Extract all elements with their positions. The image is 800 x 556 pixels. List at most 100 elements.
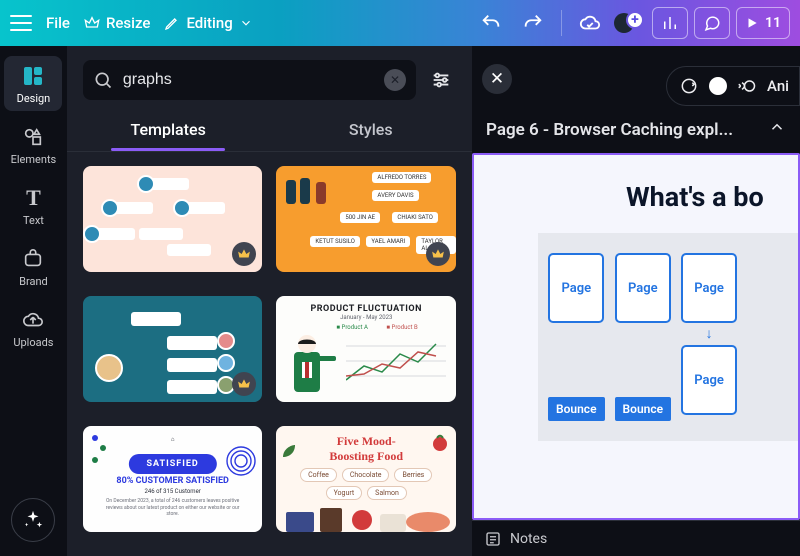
notes-icon[interactable] bbox=[484, 530, 502, 548]
loop-icon[interactable] bbox=[679, 76, 699, 96]
template-card[interactable]: PRODUCT FLUCTUATION January - May 2023 ■… bbox=[276, 296, 456, 402]
resize-menu[interactable]: Resize bbox=[84, 14, 150, 32]
search-input[interactable] bbox=[123, 71, 374, 89]
slide-diagram[interactable]: Page Bounce Page Bounce Page ↓ Page bbox=[538, 233, 798, 441]
present-label: 11 bbox=[765, 15, 781, 31]
color-swatch[interactable] bbox=[709, 77, 727, 95]
template-card[interactable]: Five Mood-Boosting Food Coffee Chocolate… bbox=[276, 426, 456, 532]
clear-search-button[interactable]: ✕ bbox=[384, 69, 406, 91]
card-body: On December 2023, a total of 246 custome… bbox=[101, 498, 245, 518]
pencil-icon bbox=[164, 15, 180, 31]
crown-icon bbox=[237, 247, 251, 261]
chart-node-label: KETUT SUSILO bbox=[310, 236, 359, 247]
comment-button[interactable] bbox=[694, 7, 730, 39]
templates-grid: ALFREDO TORRES AVERY DAVIS 500 JIN AE CH… bbox=[67, 152, 472, 556]
main-menu-button[interactable] bbox=[10, 15, 32, 31]
nav-uploads[interactable]: Uploads bbox=[4, 300, 62, 355]
tag-pill: Berries bbox=[394, 468, 432, 482]
resize-menu-label: Resize bbox=[106, 14, 150, 32]
nav-text-label: Text bbox=[23, 214, 44, 227]
diagram-page-box: Page bbox=[615, 253, 671, 323]
diagram-page-box: Page bbox=[548, 253, 604, 323]
pro-badge bbox=[232, 372, 256, 396]
nav-elements-label: Elements bbox=[11, 153, 57, 166]
diagram-bounce-label: Bounce bbox=[615, 397, 672, 421]
floating-toolbar: Ani bbox=[666, 66, 800, 106]
presenter-illustration bbox=[284, 334, 338, 396]
template-card[interactable]: ⌂ SATISFIED 80% CUSTOMER SATISFIED 246 o… bbox=[83, 426, 263, 532]
animate-label[interactable]: Ani bbox=[767, 77, 789, 95]
card-headline: 80% CUSTOMER SATISFIED bbox=[83, 476, 263, 486]
editing-mode-label: Editing bbox=[186, 14, 232, 32]
chart-node-label: 500 JIN AE bbox=[340, 212, 380, 223]
brand-icon bbox=[22, 248, 44, 270]
pro-badge bbox=[232, 242, 256, 266]
pro-badge bbox=[426, 242, 450, 266]
undo-button[interactable] bbox=[473, 7, 509, 39]
card-subtitle: January - May 2023 bbox=[276, 314, 456, 321]
tag-pill: Yogurt bbox=[326, 486, 363, 500]
food-illustration bbox=[276, 504, 456, 532]
card-title: PRODUCT FLUCTUATION bbox=[276, 296, 456, 314]
nav-uploads-label: Uploads bbox=[13, 336, 53, 349]
template-card[interactable]: ALFREDO TORRES AVERY DAVIS 500 JIN AE CH… bbox=[276, 166, 456, 272]
leaf-icon bbox=[282, 444, 296, 458]
sliders-icon bbox=[430, 69, 452, 91]
user-avatar[interactable]: + bbox=[614, 9, 636, 37]
canvas-footer: Notes bbox=[472, 520, 800, 556]
uploads-icon bbox=[22, 309, 44, 331]
people-illustration bbox=[282, 170, 342, 210]
file-menu[interactable]: File bbox=[46, 14, 70, 32]
search-box[interactable]: ✕ bbox=[83, 60, 416, 100]
tab-styles[interactable]: Styles bbox=[269, 108, 472, 151]
chart-node-label: CHIAKI SATO bbox=[392, 212, 437, 223]
tab-templates[interactable]: Templates bbox=[67, 108, 270, 151]
redo-button[interactable] bbox=[515, 7, 551, 39]
card-subhead: 246 of 315 Customer bbox=[83, 488, 263, 495]
legend-a: Product A bbox=[342, 324, 368, 331]
top-menu-bar: File Resize Editing + 11 bbox=[0, 0, 800, 46]
collapse-page-button[interactable] bbox=[768, 118, 786, 141]
card-pill: SATISFIED bbox=[128, 454, 216, 474]
nav-brand[interactable]: Brand bbox=[4, 239, 62, 294]
filter-button[interactable] bbox=[426, 65, 456, 95]
insights-button[interactable] bbox=[652, 7, 688, 39]
notes-label[interactable]: Notes bbox=[510, 531, 547, 547]
canvas-area: ✕ Ani Page 6 - Browser Caching expl... W… bbox=[472, 46, 800, 556]
slide-canvas[interactable]: What's a bo Page Bounce Page Bounce bbox=[472, 153, 800, 520]
play-icon bbox=[745, 16, 759, 30]
tag-pill: Salmon bbox=[367, 486, 407, 500]
template-card[interactable] bbox=[83, 166, 263, 272]
line-chart-icon bbox=[346, 336, 446, 390]
elements-icon bbox=[22, 126, 44, 148]
template-card[interactable] bbox=[83, 296, 263, 402]
crown-icon bbox=[84, 15, 100, 31]
magic-button[interactable] bbox=[11, 498, 55, 542]
legend-b: Product B bbox=[392, 324, 418, 331]
design-icon bbox=[21, 64, 45, 88]
decoration bbox=[224, 444, 258, 478]
tomato-icon bbox=[430, 432, 450, 452]
motion-icon[interactable] bbox=[737, 76, 757, 96]
nav-brand-label: Brand bbox=[19, 275, 48, 288]
side-toolbar: Design Elements T Text Brand Uploads bbox=[0, 46, 67, 556]
nav-design[interactable]: Design bbox=[4, 56, 62, 111]
nav-elements[interactable]: Elements bbox=[4, 117, 62, 172]
chart-node-label: ALFREDO TORRES bbox=[372, 172, 431, 183]
chart-node-label: YAEL AMARI bbox=[366, 236, 410, 247]
page-title[interactable]: Page 6 - Browser Caching expl... bbox=[486, 120, 733, 140]
present-button[interactable]: 11 bbox=[736, 7, 790, 39]
chevron-up-icon bbox=[768, 118, 786, 136]
slide-heading[interactable]: What's a bo bbox=[510, 181, 798, 213]
editing-mode-menu[interactable]: Editing bbox=[164, 14, 252, 32]
cloud-sync-button[interactable] bbox=[572, 7, 608, 39]
diagram-page-box: Page bbox=[681, 253, 737, 323]
close-panel-button[interactable]: ✕ bbox=[482, 64, 512, 94]
nav-text[interactable]: T Text bbox=[4, 178, 62, 233]
tab-templates-label: Templates bbox=[130, 120, 205, 139]
crown-icon bbox=[237, 377, 251, 391]
diagram-page-box: Page bbox=[681, 345, 737, 415]
chevron-down-icon bbox=[239, 16, 253, 30]
templates-panel: ✕ Templates Styles bbox=[67, 46, 472, 556]
file-menu-label: File bbox=[46, 14, 70, 32]
